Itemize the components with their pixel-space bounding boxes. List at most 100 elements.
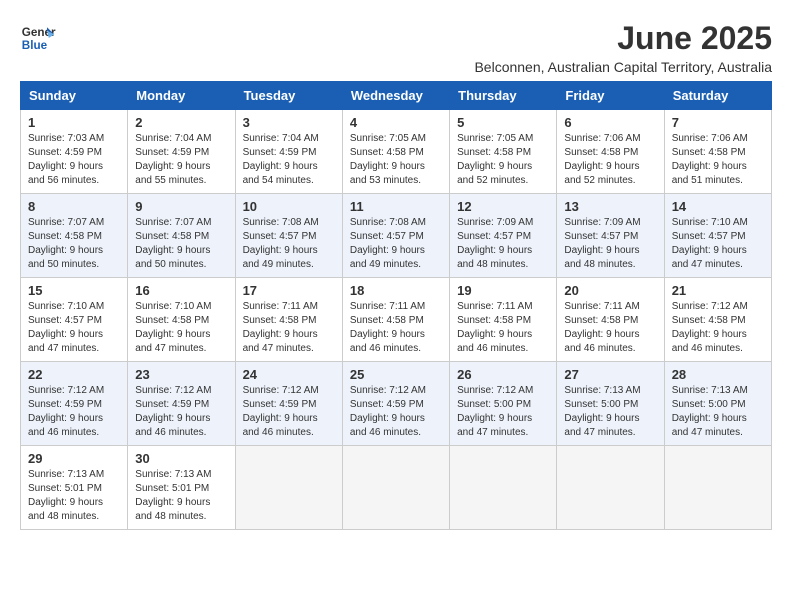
- calendar-day-cell: 15 Sunrise: 7:10 AMSunset: 4:57 PMDayligh…: [21, 278, 128, 362]
- day-number: 3: [243, 115, 335, 130]
- calendar-day-cell: [450, 446, 557, 530]
- day-info: Sunrise: 7:05 AMSunset: 4:58 PMDaylight:…: [350, 132, 442, 188]
- day-info: Sunrise: 7:10 AMSunset: 4:57 PMDaylight:…: [672, 216, 764, 272]
- calendar-day-cell: [664, 446, 771, 530]
- calendar-day-cell: 17 Sunrise: 7:11 AMSunset: 4:58 PMDayligh…: [235, 278, 342, 362]
- day-info: Sunrise: 7:04 AMSunset: 4:59 PMDaylight:…: [135, 132, 227, 188]
- day-info: Sunrise: 7:12 AMSunset: 4:58 PMDaylight:…: [672, 300, 764, 356]
- calendar-day-cell: 29 Sunrise: 7:13 AMSunset: 5:01 PMDayligh…: [21, 446, 128, 530]
- day-number: 10: [243, 199, 335, 214]
- day-info: Sunrise: 7:11 AMSunset: 4:58 PMDaylight:…: [457, 300, 549, 356]
- calendar-day-cell: 7 Sunrise: 7:06 AMSunset: 4:58 PMDaylight…: [664, 110, 771, 194]
- day-info: Sunrise: 7:13 AMSunset: 5:01 PMDaylight:…: [135, 468, 227, 524]
- day-number: 20: [564, 283, 656, 298]
- day-info: Sunrise: 7:11 AMSunset: 4:58 PMDaylight:…: [564, 300, 656, 356]
- day-number: 25: [350, 367, 442, 382]
- calendar-day-cell: [557, 446, 664, 530]
- day-number: 19: [457, 283, 549, 298]
- day-info: Sunrise: 7:03 AMSunset: 4:59 PMDaylight:…: [28, 132, 120, 188]
- weekday-header: Saturday: [664, 82, 771, 110]
- day-number: 18: [350, 283, 442, 298]
- day-info: Sunrise: 7:12 AMSunset: 4:59 PMDaylight:…: [243, 384, 335, 440]
- calendar-day-cell: 10Sunrise: 7:08 AMSunset: 4:57 PMDayligh…: [235, 194, 342, 278]
- day-number: 28: [672, 367, 764, 382]
- calendar-week-row: 15 Sunrise: 7:10 AMSunset: 4:57 PMDayligh…: [21, 278, 772, 362]
- page-header: General Blue June 2025 Belconnen, Austra…: [20, 20, 772, 75]
- calendar-day-cell: 16 Sunrise: 7:10 AMSunset: 4:58 PMDayligh…: [128, 278, 235, 362]
- calendar-day-cell: 20 Sunrise: 7:11 AMSunset: 4:58 PMDayligh…: [557, 278, 664, 362]
- svg-text:Blue: Blue: [22, 39, 48, 52]
- day-info: Sunrise: 7:06 AMSunset: 4:58 PMDaylight:…: [564, 132, 656, 188]
- calendar-week-row: 1Sunrise: 7:03 AMSunset: 4:59 PMDaylight…: [21, 110, 772, 194]
- day-info: Sunrise: 7:05 AMSunset: 4:58 PMDaylight:…: [457, 132, 549, 188]
- calendar-day-cell: 3 Sunrise: 7:04 AMSunset: 4:59 PMDaylight…: [235, 110, 342, 194]
- location-title: Belconnen, Australian Capital Territory,…: [474, 59, 772, 75]
- day-number: 16: [135, 283, 227, 298]
- day-number: 15: [28, 283, 120, 298]
- calendar-day-cell: 9Sunrise: 7:07 AMSunset: 4:58 PMDaylight…: [128, 194, 235, 278]
- logo-icon: General Blue: [20, 20, 56, 56]
- day-number: 14: [672, 199, 764, 214]
- calendar-day-cell: 8Sunrise: 7:07 AMSunset: 4:58 PMDaylight…: [21, 194, 128, 278]
- calendar-day-cell: 11 Sunrise: 7:08 AMSunset: 4:57 PMDayligh…: [342, 194, 449, 278]
- calendar-week-row: 29 Sunrise: 7:13 AMSunset: 5:01 PMDayligh…: [21, 446, 772, 530]
- calendar-day-cell: 6 Sunrise: 7:06 AMSunset: 4:58 PMDaylight…: [557, 110, 664, 194]
- day-info: Sunrise: 7:04 AMSunset: 4:59 PMDaylight:…: [243, 132, 335, 188]
- day-number: 2: [135, 115, 227, 130]
- day-number: 29: [28, 451, 120, 466]
- day-number: 8: [28, 199, 120, 214]
- calendar-day-cell: 12 Sunrise: 7:09 AMSunset: 4:57 PMDayligh…: [450, 194, 557, 278]
- calendar-day-cell: [235, 446, 342, 530]
- calendar-day-cell: 1Sunrise: 7:03 AMSunset: 4:59 PMDaylight…: [21, 110, 128, 194]
- day-number: 30: [135, 451, 227, 466]
- calendar-day-cell: 2 Sunrise: 7:04 AMSunset: 4:59 PMDaylight…: [128, 110, 235, 194]
- weekday-header: Tuesday: [235, 82, 342, 110]
- day-info: Sunrise: 7:08 AMSunset: 4:57 PMDaylight:…: [350, 216, 442, 272]
- day-number: 13: [564, 199, 656, 214]
- day-number: 5: [457, 115, 549, 130]
- calendar-week-row: 8Sunrise: 7:07 AMSunset: 4:58 PMDaylight…: [21, 194, 772, 278]
- day-info: Sunrise: 7:09 AMSunset: 4:57 PMDaylight:…: [564, 216, 656, 272]
- calendar-day-cell: 30 Sunrise: 7:13 AMSunset: 5:01 PMDayligh…: [128, 446, 235, 530]
- month-title: June 2025: [474, 20, 772, 57]
- weekday-header: Wednesday: [342, 82, 449, 110]
- weekday-header-row: SundayMondayTuesdayWednesdayThursdayFrid…: [21, 82, 772, 110]
- calendar-day-cell: 22 Sunrise: 7:12 AMSunset: 4:59 PMDayligh…: [21, 362, 128, 446]
- day-info: Sunrise: 7:10 AMSunset: 4:58 PMDaylight:…: [135, 300, 227, 356]
- day-info: Sunrise: 7:13 AMSunset: 5:01 PMDaylight:…: [28, 468, 120, 524]
- day-info: Sunrise: 7:10 AMSunset: 4:57 PMDaylight:…: [28, 300, 120, 356]
- day-number: 17: [243, 283, 335, 298]
- day-info: Sunrise: 7:11 AMSunset: 4:58 PMDaylight:…: [243, 300, 335, 356]
- day-number: 4: [350, 115, 442, 130]
- calendar-day-cell: 24 Sunrise: 7:12 AMSunset: 4:59 PMDayligh…: [235, 362, 342, 446]
- day-number: 21: [672, 283, 764, 298]
- calendar-day-cell: 14 Sunrise: 7:10 AMSunset: 4:57 PMDayligh…: [664, 194, 771, 278]
- calendar-day-cell: 21 Sunrise: 7:12 AMSunset: 4:58 PMDayligh…: [664, 278, 771, 362]
- day-number: 24: [243, 367, 335, 382]
- day-number: 22: [28, 367, 120, 382]
- calendar-day-cell: 18Sunrise: 7:11 AMSunset: 4:58 PMDayligh…: [342, 278, 449, 362]
- day-info: Sunrise: 7:09 AMSunset: 4:57 PMDaylight:…: [457, 216, 549, 272]
- weekday-header: Monday: [128, 82, 235, 110]
- day-info: Sunrise: 7:12 AMSunset: 4:59 PMDaylight:…: [135, 384, 227, 440]
- calendar-day-cell: 13 Sunrise: 7:09 AMSunset: 4:57 PMDayligh…: [557, 194, 664, 278]
- calendar-day-cell: 19 Sunrise: 7:11 AMSunset: 4:58 PMDayligh…: [450, 278, 557, 362]
- day-number: 9: [135, 199, 227, 214]
- calendar-day-cell: [342, 446, 449, 530]
- day-number: 27: [564, 367, 656, 382]
- day-info: Sunrise: 7:12 AMSunset: 4:59 PMDaylight:…: [28, 384, 120, 440]
- day-info: Sunrise: 7:06 AMSunset: 4:58 PMDaylight:…: [672, 132, 764, 188]
- day-number: 6: [564, 115, 656, 130]
- day-number: 7: [672, 115, 764, 130]
- logo: General Blue: [20, 20, 56, 56]
- weekday-header: Sunday: [21, 82, 128, 110]
- day-info: Sunrise: 7:12 AMSunset: 4:59 PMDaylight:…: [350, 384, 442, 440]
- calendar-day-cell: 28 Sunrise: 7:13 AMSunset: 5:00 PMDayligh…: [664, 362, 771, 446]
- day-number: 11: [350, 199, 442, 214]
- calendar-day-cell: 27Sunrise: 7:13 AMSunset: 5:00 PMDayligh…: [557, 362, 664, 446]
- day-info: Sunrise: 7:13 AMSunset: 5:00 PMDaylight:…: [672, 384, 764, 440]
- title-block: June 2025 Belconnen, Australian Capital …: [474, 20, 772, 75]
- day-number: 12: [457, 199, 549, 214]
- calendar-day-cell: 4 Sunrise: 7:05 AMSunset: 4:58 PMDaylight…: [342, 110, 449, 194]
- calendar-day-cell: 25 Sunrise: 7:12 AMSunset: 4:59 PMDayligh…: [342, 362, 449, 446]
